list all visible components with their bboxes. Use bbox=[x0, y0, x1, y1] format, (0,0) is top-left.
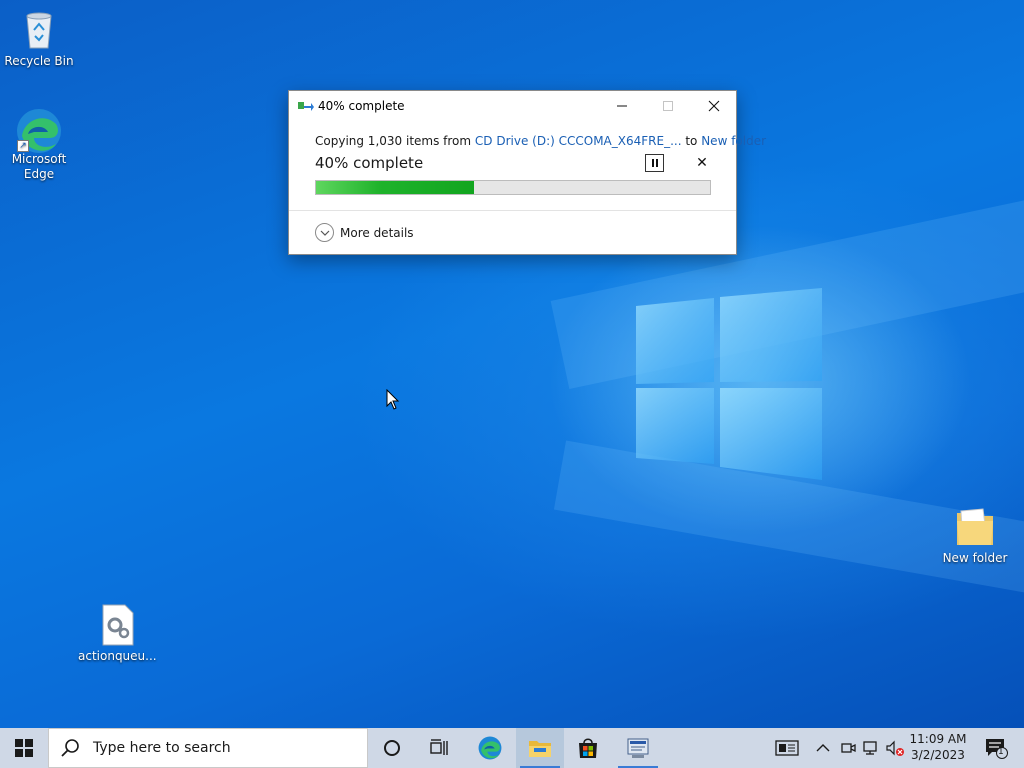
copy-mid: to bbox=[681, 134, 702, 148]
windows-logo-wallpaper bbox=[636, 288, 822, 480]
desktop-icon-label: New folder bbox=[942, 551, 1008, 565]
copy-prefix: Copying 1,030 items from bbox=[315, 134, 475, 148]
news-button[interactable] bbox=[772, 728, 802, 768]
pause-icon bbox=[651, 159, 654, 167]
desktop: Recycle Bin ↗ Microsoft Edge actionqueu.… bbox=[0, 0, 1024, 728]
clock-time: 11:09 AM bbox=[909, 732, 967, 746]
taskbar: Type here to search 11:09 AM 3/2/2023 1 bbox=[0, 728, 1024, 768]
folder-icon bbox=[953, 505, 997, 549]
recycle-bin-icon bbox=[17, 8, 61, 52]
minimize-button[interactable] bbox=[599, 91, 645, 121]
desktop-icon-actionqueue[interactable]: actionqueu... bbox=[78, 603, 157, 664]
pause-button[interactable] bbox=[645, 154, 664, 172]
search-icon bbox=[61, 739, 79, 757]
maximize-icon bbox=[663, 101, 673, 111]
file-copy-dialog: 40% complete Copying 1,030 items from CD… bbox=[288, 90, 766, 255]
volume-button[interactable] bbox=[884, 728, 906, 768]
start-button[interactable] bbox=[0, 728, 48, 768]
search-placeholder: Type here to search bbox=[93, 740, 231, 756]
progress-fill bbox=[316, 181, 474, 194]
dialog-title: 40% complete bbox=[318, 99, 405, 113]
meet-now-icon bbox=[841, 743, 856, 753]
source-link[interactable]: CD Drive (D:) CCCOMA_X64FRE_... bbox=[475, 134, 682, 148]
maximize-button bbox=[645, 91, 691, 121]
close-button[interactable] bbox=[691, 91, 737, 121]
volume-muted-icon bbox=[886, 740, 904, 756]
taskbar-store[interactable] bbox=[564, 728, 612, 768]
desktop-icon-label: Recycle Bin bbox=[4, 54, 74, 68]
percent-complete-label: 40% complete bbox=[315, 154, 424, 172]
notification-icon bbox=[986, 739, 1008, 759]
network-icon bbox=[863, 741, 877, 755]
file-explorer-icon bbox=[529, 741, 551, 757]
more-details-label: More details bbox=[340, 225, 414, 240]
file-copy-icon bbox=[298, 102, 314, 111]
taskbar-search-box[interactable]: Type here to search bbox=[48, 728, 368, 768]
notification-count: 1 bbox=[998, 747, 1004, 757]
mouse-cursor-icon bbox=[386, 389, 400, 410]
dialog-titlebar[interactable]: 40% complete bbox=[289, 91, 736, 121]
task-view-icon bbox=[430, 739, 448, 755]
edge-icon: ↗ bbox=[17, 106, 61, 153]
news-icon bbox=[775, 740, 799, 756]
destination-link[interactable]: New folder bbox=[701, 134, 766, 148]
chevron-up-icon bbox=[816, 744, 830, 752]
taskbar-file-explorer[interactable] bbox=[516, 728, 564, 768]
minimize-icon bbox=[617, 105, 627, 107]
desktop-icon-label: actionqueu... bbox=[78, 649, 157, 663]
desktop-icon-label: Microsoft Edge bbox=[11, 152, 67, 181]
edge-icon bbox=[478, 736, 502, 760]
store-icon bbox=[579, 738, 597, 758]
network-button[interactable] bbox=[860, 728, 882, 768]
copy-description: Copying 1,030 items from CD Drive (D:) C… bbox=[315, 134, 766, 148]
chevron-down-icon bbox=[315, 223, 334, 242]
cortana-icon bbox=[384, 740, 400, 756]
desktop-icon-new-folder[interactable]: New folder bbox=[936, 505, 1014, 566]
setup-app-icon bbox=[627, 738, 649, 758]
meet-now-button[interactable] bbox=[838, 728, 858, 768]
cortana-button[interactable] bbox=[368, 728, 416, 768]
progress-bar bbox=[315, 180, 711, 195]
more-details-button[interactable]: More details bbox=[315, 223, 414, 242]
desktop-icon-recycle-bin[interactable]: Recycle Bin bbox=[0, 8, 78, 69]
windows-start-icon bbox=[15, 739, 33, 757]
task-view-button[interactable] bbox=[416, 728, 464, 768]
close-icon bbox=[708, 100, 720, 112]
taskbar-edge[interactable] bbox=[466, 728, 514, 768]
taskbar-setup-app[interactable] bbox=[614, 728, 662, 768]
settings-file-icon bbox=[95, 603, 139, 647]
system-clock[interactable]: 11:09 AM 3/2/2023 bbox=[906, 731, 970, 763]
show-hidden-icons-button[interactable] bbox=[812, 728, 834, 768]
cancel-button[interactable]: ✕ bbox=[694, 154, 710, 172]
divider bbox=[289, 210, 736, 211]
desktop-icon-microsoft-edge[interactable]: ↗ Microsoft Edge bbox=[0, 106, 78, 182]
clock-date: 3/2/2023 bbox=[911, 748, 965, 762]
action-center-button[interactable]: 1 bbox=[976, 728, 1016, 768]
